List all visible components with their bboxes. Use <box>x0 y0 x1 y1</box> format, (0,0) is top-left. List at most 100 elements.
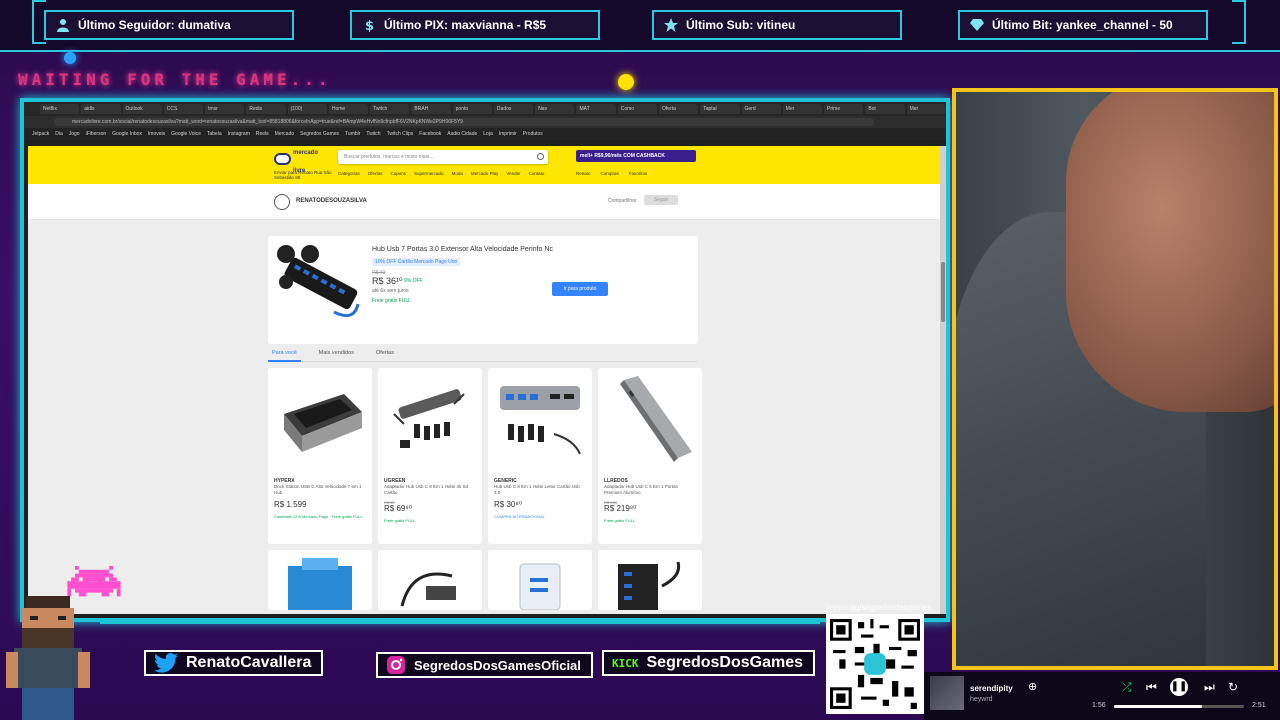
browser-tab[interactable]: Prime <box>824 104 864 114</box>
twitter-handle-text: RenatoCavallera <box>186 654 312 671</box>
browser-tab[interactable]: Como <box>617 104 657 114</box>
browser-tab[interactable]: Nav <box>535 104 575 114</box>
ml-nav-item[interactable]: Moda <box>452 171 463 176</box>
browser-tab[interactable]: CCS <box>163 104 204 114</box>
product-card[interactable]: LLREDOS Adaptador Hub Usb C 6 Em 1 Porta… <box>598 368 702 544</box>
bookmark-item[interactable]: Facebook <box>419 131 441 137</box>
browser-tab[interactable]: Home <box>328 104 369 114</box>
bookmark-item[interactable]: iFiberson <box>86 131 107 137</box>
browser-tab[interactable]: Mer <box>782 104 823 114</box>
browser-tab[interactable]: Netflix <box>40 104 80 114</box>
share-link[interactable]: Compartilhar <box>608 198 637 204</box>
tab-para-voce[interactable]: Para você <box>268 346 301 362</box>
kick-handle[interactable]: KICK SegredosDosGames <box>602 650 816 676</box>
bookmark-item[interactable]: Dia <box>55 131 63 137</box>
alert-bit: Último Bit: yankee_channel - 50 <box>958 10 1208 40</box>
bookmark-item[interactable]: Instagram <box>228 131 250 137</box>
ml-nav-item[interactable]: Supermercado <box>414 171 444 176</box>
featured-title[interactable]: Hub Usb 7 Portas 3.0 Extensor Alta Veloc… <box>372 246 553 253</box>
browser-tab[interactable]: ponto <box>452 104 492 114</box>
bookmark-item[interactable]: Google Inbox <box>112 131 142 137</box>
browser-tab[interactable]: Oferta <box>658 104 699 114</box>
browser-tab[interactable]: BRAH <box>411 104 451 114</box>
ml-account-item[interactable]: Renato <box>576 171 591 176</box>
bookmark-item[interactable]: Jetpack <box>32 131 49 137</box>
alert-pix-text: Último PIX: maxvianna - R$5 <box>384 18 547 32</box>
browser-tab[interactable]: Mer <box>906 104 946 114</box>
browser-tab[interactable]: Dados <box>493 104 534 114</box>
search-icon[interactable] <box>537 153 544 160</box>
next-icon[interactable]: ⏭ <box>1204 680 1215 695</box>
bookmark-item[interactable]: Reels <box>256 131 269 137</box>
follow-button[interactable]: Seguir <box>644 195 678 205</box>
cable-hub-image <box>400 572 456 607</box>
bookmark-item[interactable]: Twitch Clips <box>387 131 414 137</box>
ml-logo[interactable]: mercado livre <box>274 150 318 174</box>
ml-handshake-icon <box>274 153 291 165</box>
browser-tab[interactable]: aidls <box>81 104 121 114</box>
page-scrollbar[interactable] <box>940 146 946 614</box>
browser-tab[interactable]: (100) <box>287 104 327 114</box>
bookmark-item[interactable]: Google Voice <box>171 131 201 137</box>
browser-tab[interactable]: MAT <box>576 104 616 114</box>
previous-icon[interactable]: ⏮ <box>1146 680 1157 695</box>
ml-nav-item[interactable]: Ofertas <box>368 171 383 176</box>
ml-location[interactable]: Enviar para Renato Rua São Sebastião 95 <box>274 170 334 180</box>
ml-search-input[interactable]: Buscar produtos, marcas e muito mais… <box>338 150 548 164</box>
ml-nav-item[interactable]: Categorias <box>338 171 360 176</box>
shuffle-icon[interactable]: ⤮ <box>1122 680 1132 695</box>
product-card[interactable] <box>488 550 592 610</box>
url-field[interactable]: mercadolivre.com.br/social/renatodesouza… <box>54 118 874 126</box>
card-sub: Cashback 12% Mercado Pago · Frete grátis… <box>274 514 363 519</box>
bookmark-item[interactable]: Tabela <box>207 131 222 137</box>
qr-label: livepix.gg/segredosdosgames <box>826 603 932 612</box>
browser-tab[interactable]: Taptal <box>700 104 740 114</box>
product-card[interactable]: GENERIC Hub Usb C 8 Em 1 Hdmi Leitor Car… <box>488 368 592 544</box>
bookmark-item[interactable]: Jogo <box>69 131 80 137</box>
browser-tab[interactable]: tmsr <box>205 104 245 114</box>
featured-product[interactable]: Hub Usb 7 Portas 3.0 Extensor Alta Veloc… <box>268 236 698 344</box>
browser-tab[interactable]: Redis <box>246 104 286 114</box>
bookmark-item[interactable]: Segredos Games <box>300 131 339 137</box>
tab-mais-vendidos[interactable]: Mais vendidos <box>315 346 358 362</box>
bookmark-item[interactable]: Produtos <box>523 131 543 137</box>
twitter-handle[interactable]: RenatoCavallera <box>144 650 324 676</box>
product-card[interactable]: UGREEN Adaptador Hub Usb C 8 Em 1 Hdmi 4… <box>378 368 482 544</box>
black-hub-image <box>618 561 681 610</box>
alert-sub: Último Sub: vitineu <box>652 10 902 40</box>
bookmark-item[interactable]: Mercado <box>275 131 294 137</box>
scrollbar-thumb[interactable] <box>941 262 945 322</box>
meli-plus-badge[interactable]: meli+ R$9,90/mês COM CASHBACK <box>576 150 696 162</box>
instagram-handle-text: SegredosDosGamesOficial <box>414 657 581 673</box>
go-to-product-button[interactable]: Ir para produto <box>552 282 608 296</box>
browser-address-bar[interactable]: mercadolivre.com.br/social/renatodesouza… <box>24 116 946 128</box>
ml-nav-item[interactable]: Cupons <box>391 171 407 176</box>
pause-icon[interactable]: ❚❚ <box>1170 678 1188 696</box>
ml-nav-item[interactable]: Vender <box>506 171 520 176</box>
bookmark-item[interactable]: Loja <box>483 131 492 137</box>
product-card[interactable] <box>378 550 482 610</box>
add-icon[interactable]: ⊕ <box>1028 680 1037 693</box>
browser-tab[interactable]: Bot <box>865 104 905 114</box>
browser-tab[interactable]: Outlook <box>122 104 162 114</box>
repeat-icon[interactable]: ↻ <box>1228 680 1238 694</box>
product-card[interactable] <box>598 550 702 610</box>
ml-nav-item[interactable]: Contato <box>529 171 545 176</box>
ml-account-item[interactable]: Favoritos <box>629 171 648 176</box>
progress-bar[interactable] <box>1114 705 1244 708</box>
product-card[interactable]: HYPERX Dock Station USB C Alta Velocidad… <box>268 368 372 544</box>
bookmark-item[interactable]: Tumblr <box>345 131 360 137</box>
browser-tab[interactable]: Gerd <box>741 104 781 114</box>
tab-ofertas[interactable]: Ofertas <box>372 346 398 362</box>
card-price: R$ 219⁸⁰ <box>604 504 637 513</box>
ml-nav-item[interactable]: Mercado Play <box>471 171 499 176</box>
ml-account-item[interactable]: Compras <box>601 171 619 176</box>
instagram-handle[interactable]: SegredosDosGamesOficial <box>376 652 593 678</box>
bookmark-item[interactable]: Audio Cidade <box>447 131 477 137</box>
elapsed-time: 1:56 <box>1092 702 1106 709</box>
bookmark-item[interactable]: Imoveis <box>148 131 165 137</box>
browser-tab[interactable]: Twitch <box>370 104 410 114</box>
bookmark-item[interactable]: Twitch <box>366 131 380 137</box>
product-card[interactable] <box>268 550 372 610</box>
bookmark-item[interactable]: Imprimir <box>499 131 517 137</box>
